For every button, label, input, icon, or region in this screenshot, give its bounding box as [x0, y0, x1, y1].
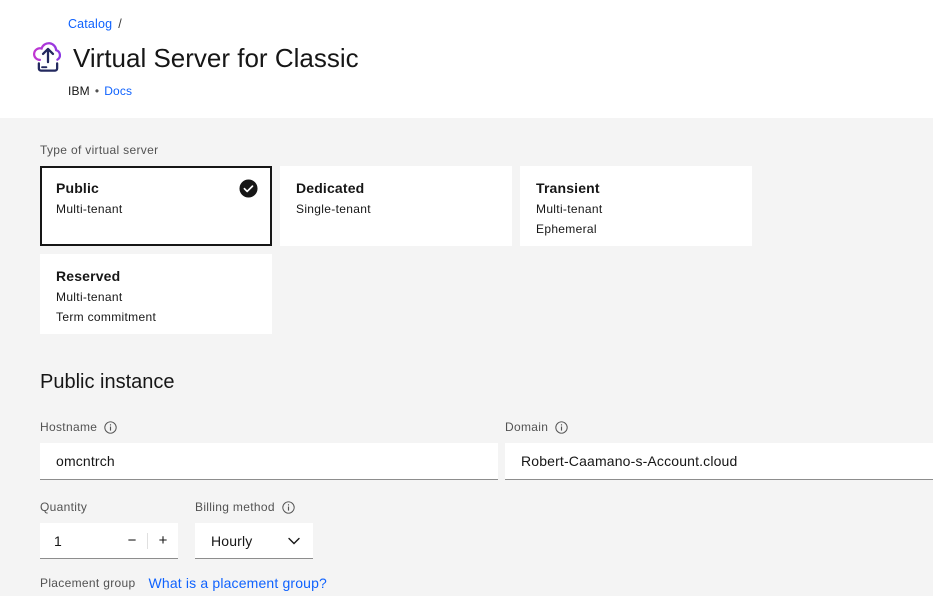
- docs-link[interactable]: Docs: [104, 84, 132, 98]
- billing-method-select[interactable]: Hourly: [195, 523, 313, 559]
- hostname-label-text: Hostname: [40, 420, 97, 434]
- hostname-field-group: Hostname: [40, 420, 498, 480]
- tile-group-label: Type of virtual server: [40, 143, 933, 157]
- selected-checkmark-icon: [239, 179, 258, 198]
- info-icon[interactable]: [555, 421, 568, 434]
- server-type-tile-group: Public Multi-tenant Dedicated Single-ten…: [40, 166, 752, 334]
- main-content: Type of virtual server Public Multi-tena…: [0, 118, 933, 591]
- placement-group-help-link[interactable]: What is a placement group?: [149, 575, 327, 591]
- info-icon[interactable]: [104, 421, 117, 434]
- quantity-label-text: Quantity: [40, 500, 87, 514]
- quantity-label: Quantity: [40, 500, 178, 514]
- quantity-field-group: Quantity 1 − +: [40, 500, 178, 559]
- tile-subtitle: Multi-tenant: [56, 202, 256, 216]
- quantity-stepper[interactable]: 1 − +: [40, 523, 178, 559]
- domain-label: Domain: [505, 420, 933, 434]
- hostname-label: Hostname: [40, 420, 498, 434]
- tile-subtitle: Term commitment: [56, 310, 256, 324]
- tile-public[interactable]: Public Multi-tenant: [40, 166, 272, 246]
- tile-title: Reserved: [56, 268, 256, 284]
- breadcrumb: Catalog /: [0, 0, 933, 31]
- title-row: Virtual Server for Classic: [29, 39, 933, 77]
- tile-subtitle: Multi-tenant: [536, 202, 736, 216]
- vendor-name: IBM: [68, 84, 90, 98]
- tile-reserved[interactable]: Reserved Multi-tenant Term commitment: [40, 254, 272, 334]
- tile-title: Dedicated: [296, 180, 496, 196]
- billing-method-value: Hourly: [211, 533, 252, 549]
- domain-input[interactable]: [505, 443, 933, 480]
- tile-dedicated[interactable]: Dedicated Single-tenant: [280, 166, 512, 246]
- virtual-server-upload-cloud-icon: [29, 39, 67, 77]
- placement-group-row: Placement group What is a placement grou…: [40, 575, 933, 591]
- quantity-billing-row: Quantity 1 − + Billing method Hourly: [40, 500, 933, 559]
- info-icon[interactable]: [282, 501, 295, 514]
- page-title: Virtual Server for Classic: [73, 43, 359, 74]
- page-header: Catalog / Virtual Server for Classic IBM •…: [0, 0, 933, 118]
- quantity-value[interactable]: 1: [40, 533, 117, 549]
- tile-transient[interactable]: Transient Multi-tenant Ephemeral: [520, 166, 752, 246]
- hostname-domain-row: Hostname Domain: [40, 420, 933, 480]
- vendor-row: IBM • Docs: [68, 84, 933, 98]
- quantity-increment-button[interactable]: +: [148, 523, 178, 558]
- domain-label-text: Domain: [505, 420, 548, 434]
- chevron-down-icon: [288, 537, 300, 545]
- tile-subtitle: Ephemeral: [536, 222, 736, 236]
- placement-group-label: Placement group: [40, 576, 136, 590]
- hostname-input[interactable]: [40, 443, 498, 480]
- tile-title: Transient: [536, 180, 736, 196]
- quantity-decrement-button[interactable]: −: [117, 523, 147, 558]
- breadcrumb-catalog-link[interactable]: Catalog: [68, 17, 112, 31]
- tile-title: Public: [56, 180, 256, 196]
- billing-method-label-text: Billing method: [195, 500, 275, 514]
- tile-subtitle: Single-tenant: [296, 202, 496, 216]
- vendor-separator: •: [95, 84, 99, 98]
- billing-field-group: Billing method Hourly: [195, 500, 313, 559]
- section-title-public-instance: Public instance: [40, 371, 933, 394]
- domain-field-group: Domain: [505, 420, 933, 480]
- tile-subtitle: Multi-tenant: [56, 290, 256, 304]
- billing-method-label: Billing method: [195, 500, 313, 514]
- breadcrumb-separator: /: [118, 17, 122, 31]
